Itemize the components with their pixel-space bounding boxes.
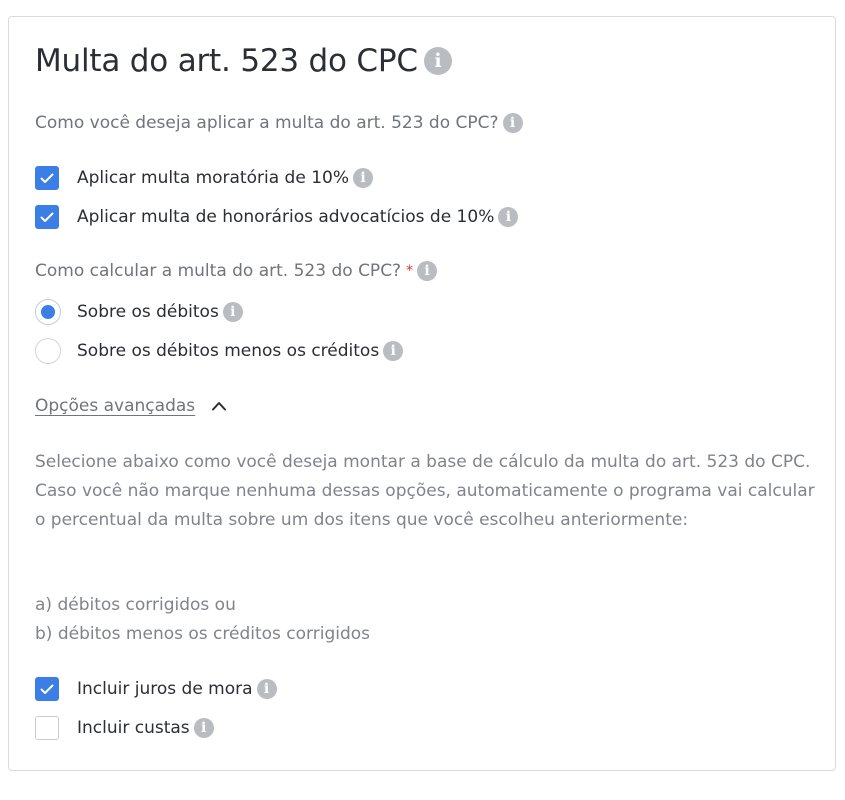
checkbox-checked[interactable] xyxy=(35,205,59,229)
checkbox-checked[interactable] xyxy=(35,166,59,190)
advanced-options-link[interactable]: Opções avançadas xyxy=(35,396,195,416)
check-icon xyxy=(40,684,54,694)
apply-question-label: Como você deseja aplicar a multa do art.… xyxy=(35,113,499,133)
radio-label: Sobre os débitos xyxy=(77,302,219,322)
info-icon[interactable]: i xyxy=(498,207,519,227)
checkbox-juros-mora[interactable]: Incluir juros de mora i xyxy=(35,677,277,701)
info-icon[interactable]: i xyxy=(502,113,523,133)
checkbox-unchecked[interactable] xyxy=(35,716,59,740)
checkbox-label: Incluir custas xyxy=(77,718,190,738)
advanced-item: b) débitos menos os créditos corrigidos xyxy=(35,624,371,644)
info-icon[interactable]: i xyxy=(352,168,373,188)
checkbox-custas[interactable]: Incluir custas i xyxy=(35,716,214,740)
checkbox-label: Incluir juros de mora xyxy=(77,679,253,699)
advanced-options-toggle[interactable]: Opções avançadas xyxy=(35,396,227,416)
radio-dot xyxy=(41,305,55,319)
info-icon[interactable]: i xyxy=(417,261,438,281)
advanced-items-list: a) débitos corrigidos ou b) débitos meno… xyxy=(35,591,815,649)
required-marker: * xyxy=(406,263,414,279)
info-icon[interactable]: i xyxy=(193,718,214,738)
chevron-up-icon[interactable] xyxy=(211,401,227,411)
title-row: Multa do art. 523 do CPC i xyxy=(35,43,452,79)
check-icon xyxy=(40,212,54,222)
multa-523-card: Multa do art. 523 do CPC i Como você des… xyxy=(8,16,836,771)
checkbox-checked[interactable] xyxy=(35,677,59,701)
radio-sobre-debitos[interactable]: Sobre os débitos i xyxy=(35,299,243,325)
radio-debitos-menos-creditos[interactable]: Sobre os débitos menos os créditos i xyxy=(35,338,404,364)
info-icon[interactable]: i xyxy=(423,47,452,75)
apply-question-row: Como você deseja aplicar a multa do art.… xyxy=(35,113,523,133)
checkbox-label: Aplicar multa moratória de 10% xyxy=(77,168,349,188)
check-icon xyxy=(40,173,54,183)
info-icon[interactable]: i xyxy=(383,341,404,361)
radio-unselected[interactable] xyxy=(35,338,61,364)
checkbox-label: Aplicar multa de honorários advocatícios… xyxy=(77,207,495,227)
page-title: Multa do art. 523 do CPC xyxy=(35,43,418,79)
checkbox-multa-moratoria[interactable]: Aplicar multa moratória de 10% i xyxy=(35,166,373,190)
calc-question-label: Como calcular a multa do art. 523 do CPC… xyxy=(35,261,402,281)
checkbox-multa-honorarios[interactable]: Aplicar multa de honorários advocatícios… xyxy=(35,205,519,229)
info-icon[interactable]: i xyxy=(256,679,277,699)
advanced-item: a) débitos corrigidos ou xyxy=(35,595,236,615)
radio-label: Sobre os débitos menos os créditos xyxy=(77,341,380,361)
calc-question-row: Como calcular a multa do art. 523 do CPC… xyxy=(35,261,438,281)
radio-selected[interactable] xyxy=(35,299,61,325)
info-icon[interactable]: i xyxy=(222,302,243,322)
advanced-description: Selecione abaixo como você deseja montar… xyxy=(35,452,815,530)
